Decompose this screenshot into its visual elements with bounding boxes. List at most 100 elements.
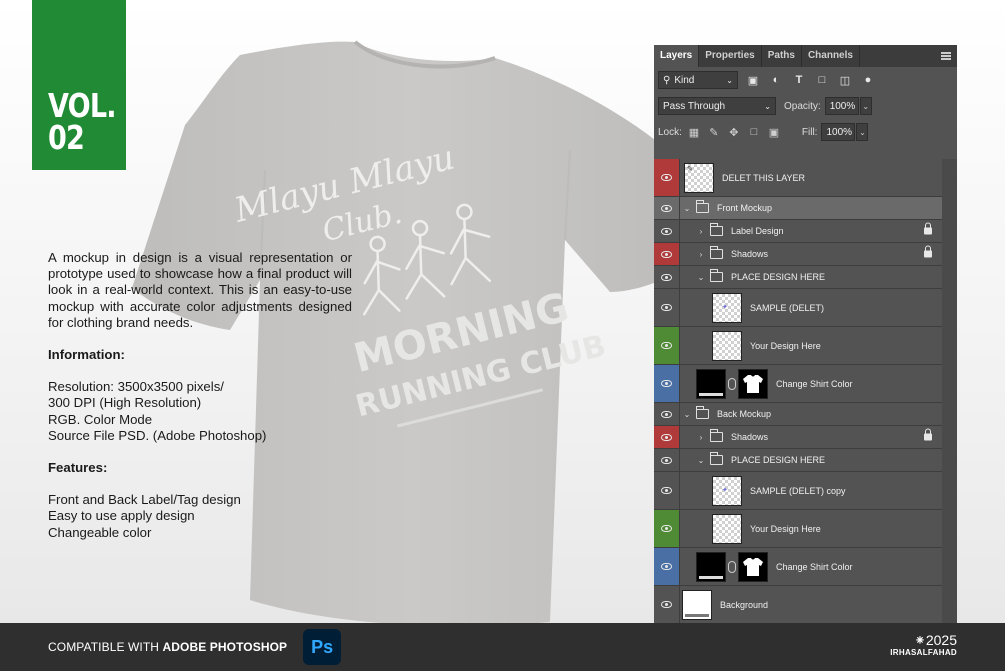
layer-row[interactable]: Your Design Here xyxy=(654,327,942,365)
feature-item: Front and Back Label/Tag design xyxy=(48,492,241,508)
eye-icon xyxy=(661,204,672,212)
type-filter-icon[interactable]: T xyxy=(791,72,807,88)
visibility-toggle[interactable] xyxy=(654,403,680,425)
opacity-input[interactable]: 100% xyxy=(824,97,859,115)
visibility-toggle[interactable] xyxy=(654,426,680,448)
layers-panel: Layers Properties Paths Channels ⚲ Kind … xyxy=(654,45,957,623)
chevron-down-icon[interactable]: ⌄ xyxy=(682,204,692,213)
blend-row: Pass Through ⌄ Opacity: 100% ⌄ xyxy=(654,93,957,119)
adjustment-filter-icon[interactable]: ◐ xyxy=(768,72,784,88)
filter-toggle-icon[interactable]: ● xyxy=(860,72,876,88)
layer-row[interactable]: Your Design Here xyxy=(654,510,942,548)
layer-row[interactable]: Change Shirt Color xyxy=(654,548,942,586)
tab-channels[interactable]: Channels xyxy=(802,45,860,67)
description-block: A mockup in design is a visual represent… xyxy=(48,250,352,557)
smart-object-filter-icon[interactable]: ◫ xyxy=(837,72,853,88)
panel-menu-icon[interactable] xyxy=(941,52,951,60)
layer-row[interactable]: Background xyxy=(654,586,942,623)
visibility-toggle[interactable] xyxy=(654,220,680,242)
chevron-down-icon[interactable]: ⌄ xyxy=(696,456,706,465)
mask-thumbnail xyxy=(738,368,768,399)
eye-icon xyxy=(661,601,672,608)
visibility-toggle[interactable] xyxy=(654,472,680,509)
folder-icon xyxy=(709,246,723,259)
layer-row[interactable]: › Shadows xyxy=(654,426,942,449)
lock-move-icon[interactable]: ✥ xyxy=(726,124,742,140)
visibility-toggle[interactable] xyxy=(654,159,680,196)
lock-row: Lock: ▦ ✎ ✥ □ ▣ Fill: 100% ⌄ xyxy=(654,119,957,145)
lock-brush-icon[interactable]: ✎ xyxy=(706,124,722,140)
visibility-toggle[interactable] xyxy=(654,327,680,364)
eye-icon xyxy=(661,250,672,258)
pixel-filter-icon[interactable]: ▣ xyxy=(745,72,761,88)
tab-paths[interactable]: Paths xyxy=(762,45,802,67)
feature-item: Easy to use apply design xyxy=(48,508,195,524)
layer-row[interactable]: ⌄ PLACE DESIGN HERE xyxy=(654,449,942,472)
fill-layer-thumbnail xyxy=(696,368,726,399)
chevron-right-icon[interactable]: › xyxy=(696,227,706,236)
lock-artboard-icon[interactable]: □ xyxy=(746,124,762,140)
layer-row[interactable]: ⌄ Back Mockup xyxy=(654,403,942,426)
tab-layers[interactable]: Layers xyxy=(654,45,700,67)
link-icon[interactable] xyxy=(728,560,736,573)
layer-name: Shadows xyxy=(731,432,769,442)
lock-all-icon[interactable]: ▣ xyxy=(766,124,782,140)
layer-row[interactable]: › Label Design xyxy=(654,220,942,243)
info-item: 300 DPI (High Resolution) xyxy=(48,395,202,411)
layer-row[interactable]: ✦ SAMPLE (DELET) copy xyxy=(654,472,942,510)
panel-tabs: Layers Properties Paths Channels xyxy=(654,45,957,67)
chevron-right-icon[interactable]: › xyxy=(696,433,706,442)
blend-mode-select[interactable]: Pass Through ⌄ xyxy=(658,97,776,115)
fill-label: Fill: xyxy=(801,126,818,138)
brand-block: ⁕2025 IRHASALFAHAD xyxy=(890,633,957,658)
layer-name: Change Shirt Color xyxy=(776,561,853,572)
layer-name: PLACE DESIGN HERE xyxy=(731,272,826,282)
compatibility-text: COMPATIBLE WITH ADOBE PHOTOSHOP xyxy=(48,640,287,654)
lock-transparent-icon[interactable]: ▦ xyxy=(686,124,702,140)
visibility-toggle[interactable] xyxy=(654,449,680,471)
eye-icon xyxy=(661,342,672,349)
shirt-mask-icon xyxy=(743,557,763,576)
information-heading: Information: xyxy=(48,347,125,363)
visibility-toggle[interactable] xyxy=(654,548,680,585)
feature-item: Changeable color xyxy=(48,524,152,540)
layer-name: Background xyxy=(720,599,769,610)
visibility-toggle[interactable] xyxy=(654,586,680,623)
visibility-toggle[interactable] xyxy=(654,289,680,326)
layer-row[interactable]: ⌄ Front Mockup xyxy=(654,197,942,220)
search-icon: ⚲ xyxy=(663,74,671,86)
fill-dropdown-icon[interactable]: ⌄ xyxy=(856,123,869,141)
fill-layer-thumbnail xyxy=(696,551,726,582)
link-icon[interactable] xyxy=(728,377,736,390)
opacity-label: Opacity: xyxy=(784,100,821,112)
visibility-toggle[interactable] xyxy=(654,365,680,402)
shape-filter-icon[interactable]: □ xyxy=(814,72,830,88)
chevron-down-icon[interactable]: ⌄ xyxy=(696,273,706,282)
layer-row[interactable]: ✦ SAMPLE (DELET) xyxy=(654,289,942,327)
visibility-toggle[interactable] xyxy=(654,197,680,219)
visibility-toggle[interactable] xyxy=(654,243,680,265)
kind-filter-select[interactable]: ⚲ Kind ⌄ xyxy=(658,71,738,89)
lock-label: Lock: xyxy=(658,126,682,138)
chevron-right-icon[interactable]: › xyxy=(696,250,706,259)
compatibility-prefix: COMPATIBLE WITH xyxy=(48,640,163,654)
layer-list-scrollbar[interactable] xyxy=(942,159,957,623)
visibility-toggle[interactable] xyxy=(654,266,680,288)
photoshop-logo: Ps xyxy=(303,629,342,665)
visibility-toggle[interactable] xyxy=(654,510,680,547)
chevron-down-icon[interactable]: ⌄ xyxy=(682,410,692,419)
layer-name: Your Design Here xyxy=(750,340,821,351)
layer-row[interactable]: › Shadows xyxy=(654,243,942,266)
layer-row[interactable]: ✎ DELET THIS LAYER xyxy=(654,159,942,197)
eye-icon xyxy=(661,227,672,235)
layer-thumbnail xyxy=(682,589,712,620)
tab-properties[interactable]: Properties xyxy=(699,45,762,67)
layer-list: ✎ DELET THIS LAYER ⌄ Front Mockup › Labe… xyxy=(654,159,942,623)
layer-row[interactable]: Change Shirt Color xyxy=(654,365,942,403)
compatibility-app: ADOBE PHOTOSHOP xyxy=(162,640,288,654)
layer-row[interactable]: ⌄ PLACE DESIGN HERE xyxy=(654,266,942,289)
layer-name: Your Design Here xyxy=(750,523,821,534)
fill-input[interactable]: 100% xyxy=(821,123,856,141)
opacity-dropdown-icon[interactable]: ⌄ xyxy=(859,97,872,115)
information-list: Resolution: 3500x3500 pixels/ 300 DPI (H… xyxy=(48,379,352,444)
